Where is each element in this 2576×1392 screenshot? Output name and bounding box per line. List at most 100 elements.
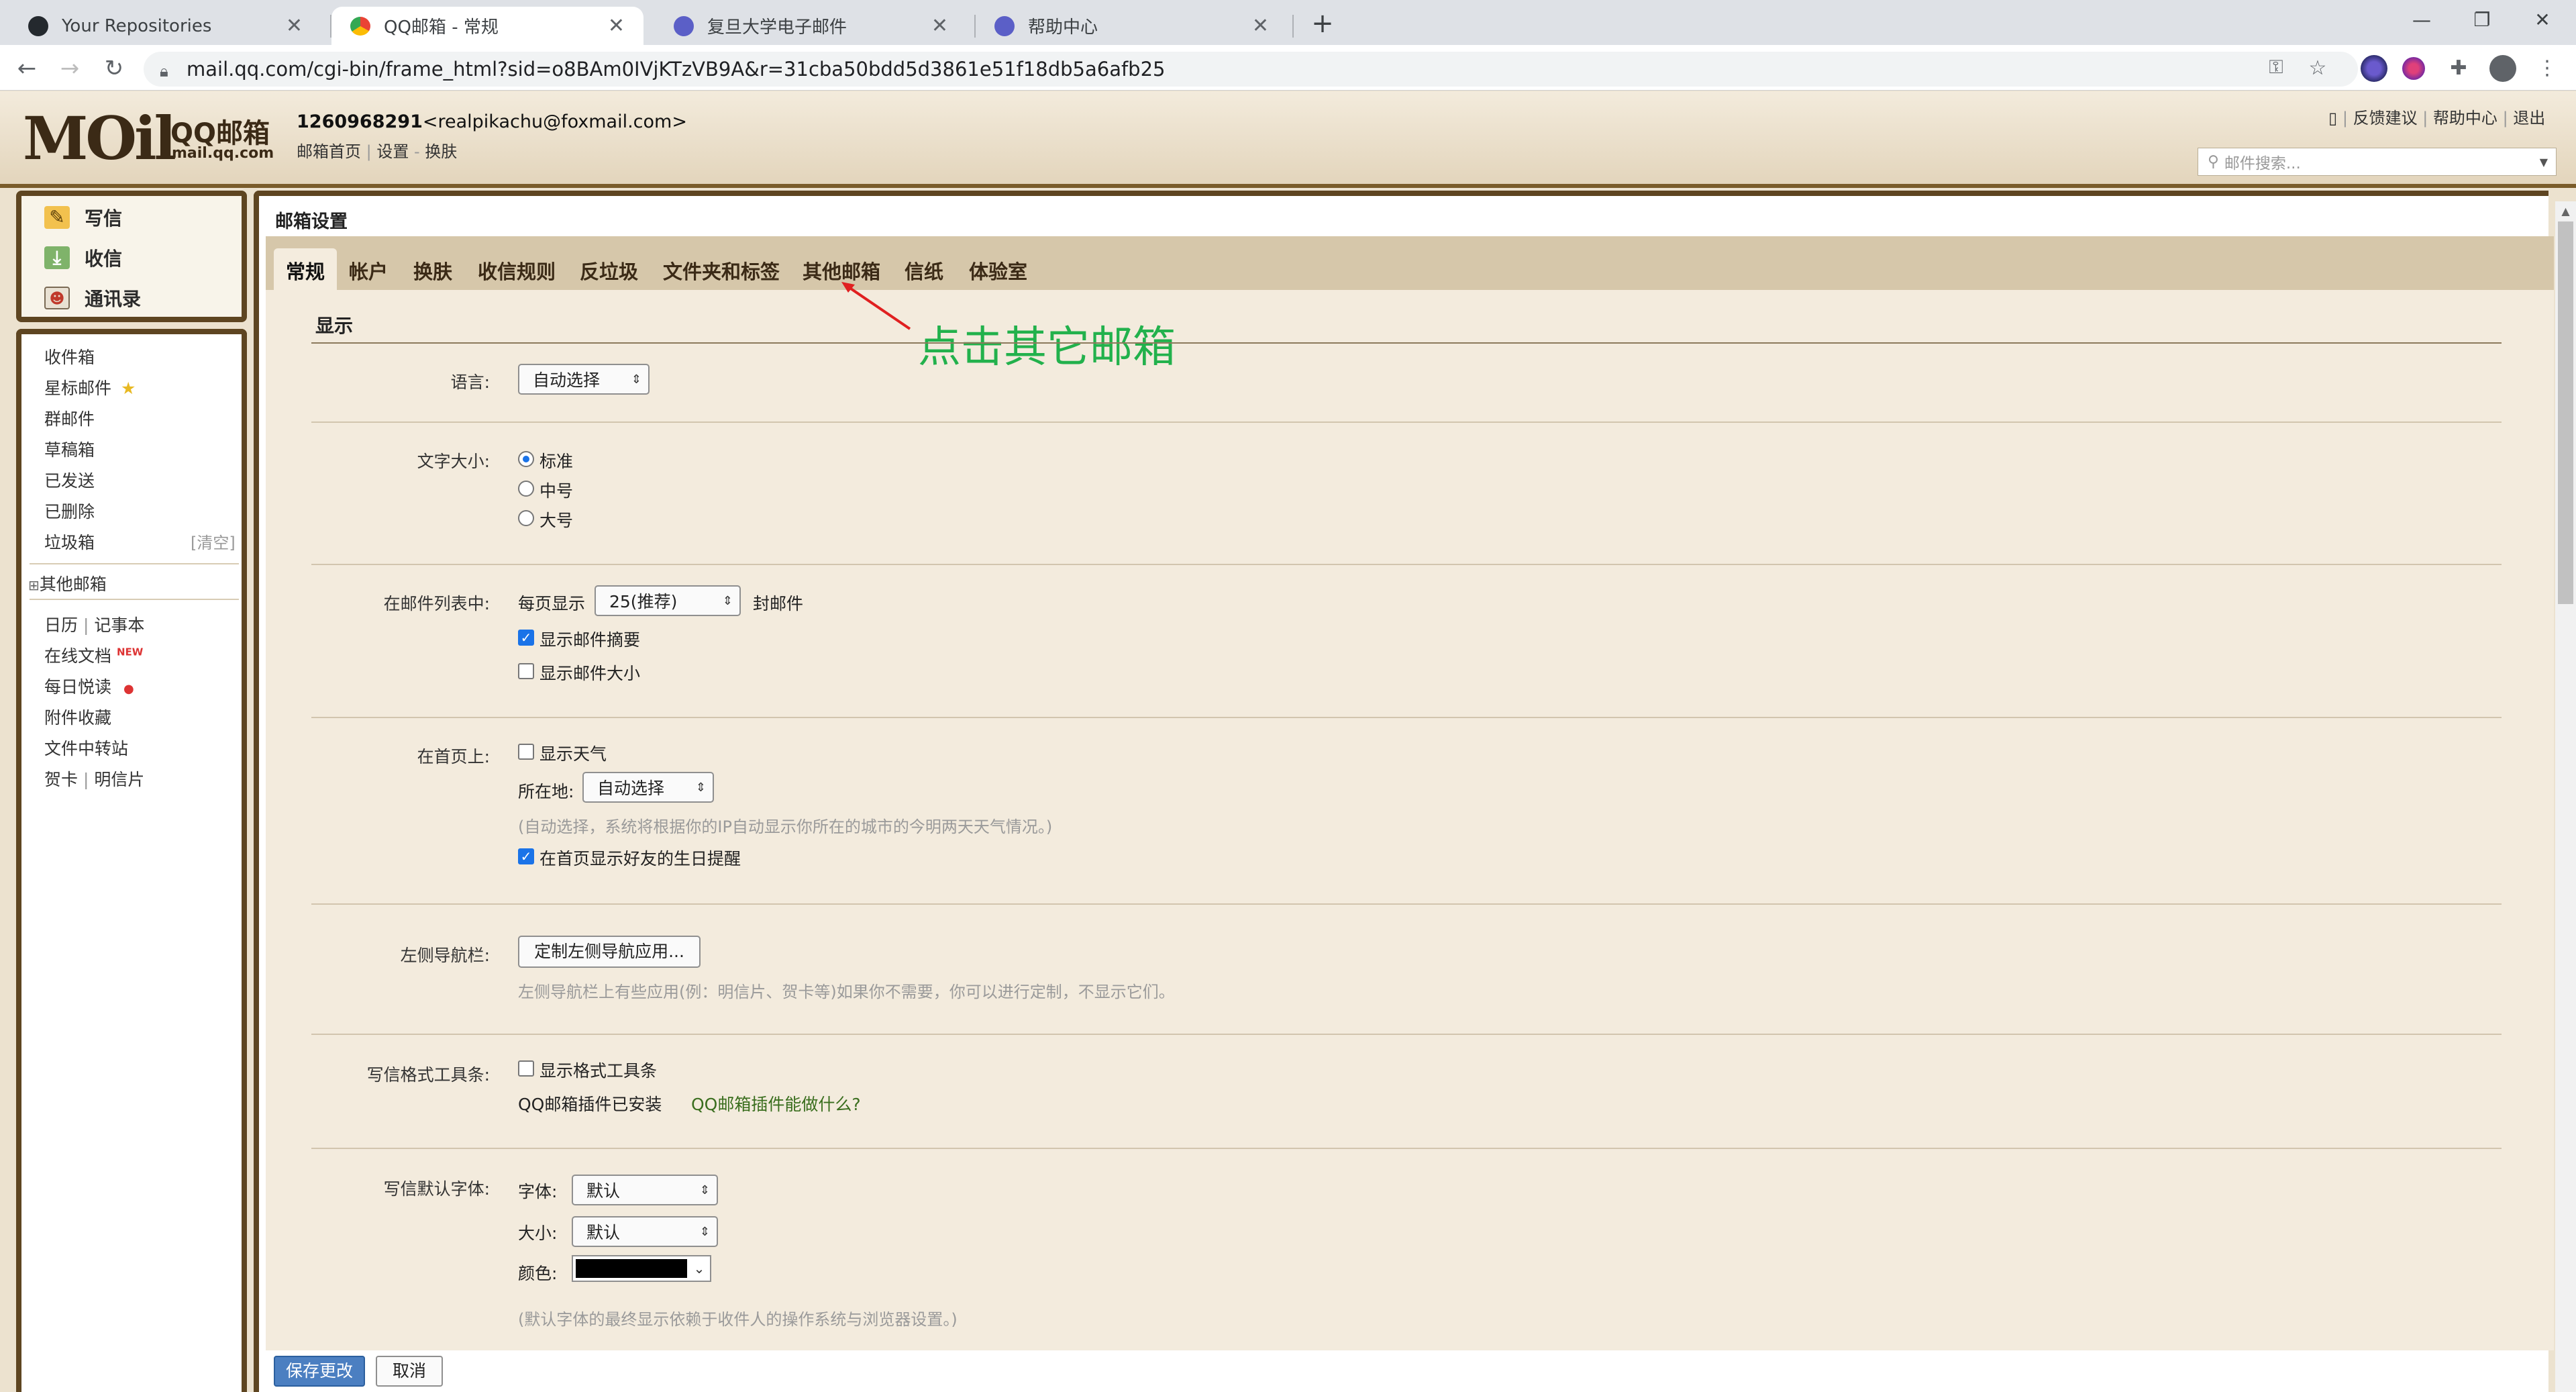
feedback-link[interactable]: 反馈建议 (2353, 109, 2418, 128)
tab-folders-labels[interactable]: 文件夹和标签 (651, 248, 792, 290)
restore-button[interactable]: ❐ (2452, 0, 2512, 40)
show-format-toolbar-checkbox[interactable] (518, 1060, 534, 1077)
select-arrows-icon: ⇕ (631, 372, 641, 387)
notes-link[interactable]: 记事本 (94, 615, 144, 635)
puzzle-icon[interactable]: ✚ (2445, 55, 2472, 82)
new-tab-button[interactable]: + (1306, 7, 1339, 40)
greeting-card-link[interactable]: 贺卡 (44, 770, 78, 789)
url-bar[interactable]: 🔒︎ mail.qq.com/cgi-bin/frame_html?sid=o8… (144, 52, 2358, 87)
close-tab-icon[interactable]: ✕ (286, 14, 303, 38)
tab-anti-spam[interactable]: 反垃圾 (568, 248, 650, 290)
star-icon[interactable]: ☆ (2304, 55, 2331, 82)
folder-deleted[interactable]: 已删除 (44, 499, 95, 523)
help-link[interactable]: 帮助中心 (2433, 109, 2497, 128)
forward-icon[interactable]: → (55, 54, 85, 83)
calendar-link[interactable]: 日历 (44, 615, 78, 635)
online-docs-link[interactable]: 在线文档 NEW (44, 643, 143, 667)
chevron-down-icon[interactable]: ▼ (2540, 156, 2548, 168)
lock-icon: 🔒︎ (160, 62, 168, 81)
font-color-picker[interactable]: ⌄ (572, 1255, 711, 1282)
folder-drafts[interactable]: 草稿箱 (44, 437, 95, 461)
clear-junk-link[interactable]: [清空] (191, 530, 236, 553)
tab-receive-rules[interactable]: 收信规则 (466, 248, 568, 290)
tab-lab[interactable]: 体验室 (957, 248, 1039, 290)
key-icon[interactable]: ⚿ (2263, 54, 2289, 81)
row-divider (311, 564, 2502, 565)
logout-link[interactable]: 退出 (2513, 109, 2545, 128)
account-number: 1260968291 (297, 111, 423, 132)
inbox-download-icon: ⤓ (44, 246, 70, 269)
chevron-down-icon[interactable]: ⌄ (690, 1258, 709, 1279)
mail-header (0, 91, 2576, 184)
close-tab-icon[interactable]: ✕ (1252, 14, 1269, 38)
language-select[interactable]: 自动选择 ⇕ (518, 364, 650, 395)
mail-search-input[interactable]: ⚲ 邮件搜索... ▼ (2198, 148, 2557, 176)
left-nav-hint: 左侧导航栏上有些应用(例：明信片、贺卡等)如果你不需要，你可以进行定制，不显示它… (518, 983, 1175, 1001)
show-summary-label: 显示邮件摘要 (539, 630, 641, 650)
extension-icon[interactable] (2402, 57, 2425, 80)
birthday-reminder-checkbox[interactable]: ✓ (518, 848, 534, 864)
browser-tab-fudan[interactable]: 复旦大学电子邮件 ✕ (655, 7, 967, 45)
compose-button[interactable]: ✎ 写信 (44, 204, 122, 231)
default-font-size-select[interactable]: 默认 ⇕ (572, 1216, 718, 1247)
plugin-info-link[interactable]: QQ邮箱插件能做什么? (691, 1091, 861, 1115)
tab-label: QQ邮箱 - 常规 (384, 17, 499, 38)
show-size-checkbox[interactable] (518, 663, 534, 679)
mailbox-home-link[interactable]: 邮箱首页 (297, 142, 361, 161)
font-size-standard-radio[interactable] (518, 451, 534, 467)
folder-starred[interactable]: 星标邮件 ★ (44, 375, 136, 399)
tab-skin[interactable]: 换肤 (401, 248, 464, 290)
location-value: 自动选择 (597, 779, 665, 798)
extension-icon[interactable] (2361, 55, 2387, 82)
online-docs-label: 在线文档 (44, 646, 112, 666)
minimize-button[interactable]: — (2391, 0, 2452, 40)
scrollbar-thumb[interactable] (2558, 221, 2573, 604)
location-select[interactable]: 自动选择 ⇕ (582, 772, 714, 803)
menu-dots-icon[interactable]: ⋮ (2534, 55, 2561, 82)
skin-link[interactable]: 换肤 (425, 142, 457, 161)
font-size-large-radio[interactable] (518, 510, 534, 526)
attachments-link[interactable]: 附件收藏 (44, 705, 111, 729)
close-tab-icon[interactable]: ✕ (608, 14, 625, 38)
tab-account[interactable]: 帐户 (337, 248, 400, 290)
folder-junk[interactable]: 垃圾箱 (44, 530, 95, 554)
close-tab-icon[interactable]: ✕ (931, 14, 948, 38)
scroll-up-icon[interactable]: ▲ (2555, 201, 2576, 221)
account-info: 1260968291<realpikachu@foxmail.com> (297, 111, 687, 132)
folder-sent[interactable]: 已发送 (44, 468, 95, 492)
folder-inbox[interactable]: 收件箱 (44, 344, 95, 368)
logo-domain: mail.qq.com (172, 145, 274, 162)
default-font-label: 写信默认字体: (383, 1179, 490, 1199)
font-size-medium-radio[interactable] (518, 481, 534, 497)
cancel-button[interactable]: 取消 (376, 1356, 443, 1387)
file-transfer-link[interactable]: 文件中转站 (44, 736, 128, 760)
contacts-button[interactable]: ☻ 通讯录 (44, 285, 141, 311)
show-weather-checkbox[interactable] (518, 744, 534, 760)
browser-tab-help[interactable]: 帮助中心 ✕ (976, 7, 1288, 45)
postcard-link[interactable]: 明信片 (94, 770, 144, 789)
browser-tab-qqmail[interactable]: QQ邮箱 - 常规 ✕ (331, 7, 643, 45)
mobile-icon[interactable]: ▯ (2328, 109, 2337, 128)
show-summary-checkbox[interactable]: ✓ (518, 630, 534, 646)
folder-label: 星标邮件 (44, 379, 112, 398)
font-family-select[interactable]: 默认 ⇕ (572, 1175, 718, 1205)
settings-link[interactable]: 设置 (376, 142, 409, 161)
tab-general[interactable]: 常规 (274, 248, 338, 290)
back-icon[interactable]: ← (12, 54, 42, 83)
receive-button[interactable]: ⤓ 收信 (44, 244, 122, 271)
folder-group[interactable]: 群邮件 (44, 406, 95, 430)
save-button[interactable]: 保存更改 (274, 1356, 365, 1387)
daily-reading-link[interactable]: 每日悦读 ● (44, 674, 134, 698)
reload-icon[interactable]: ↻ (99, 54, 129, 83)
customize-left-nav-button[interactable]: 定制左侧导航应用... (518, 936, 701, 968)
browser-tab-repositories[interactable]: Your Repositories ✕ (9, 7, 321, 45)
font-size-standard-label: 标准 (539, 452, 574, 471)
font-color-label: 颜色: (518, 1264, 558, 1283)
per-page-select[interactable]: 25(推荐) ⇕ (595, 585, 741, 616)
font-size-medium-label: 中号 (539, 481, 574, 501)
annotation-arrow (841, 282, 911, 330)
other-mailboxes-toggle[interactable]: ⊞其他邮箱 (28, 571, 107, 595)
qqmail-logo[interactable]: MOil QQ邮箱 mail.qq.com (23, 107, 274, 169)
profile-avatar-icon[interactable] (2489, 55, 2516, 82)
close-window-button[interactable]: ✕ (2512, 0, 2573, 40)
